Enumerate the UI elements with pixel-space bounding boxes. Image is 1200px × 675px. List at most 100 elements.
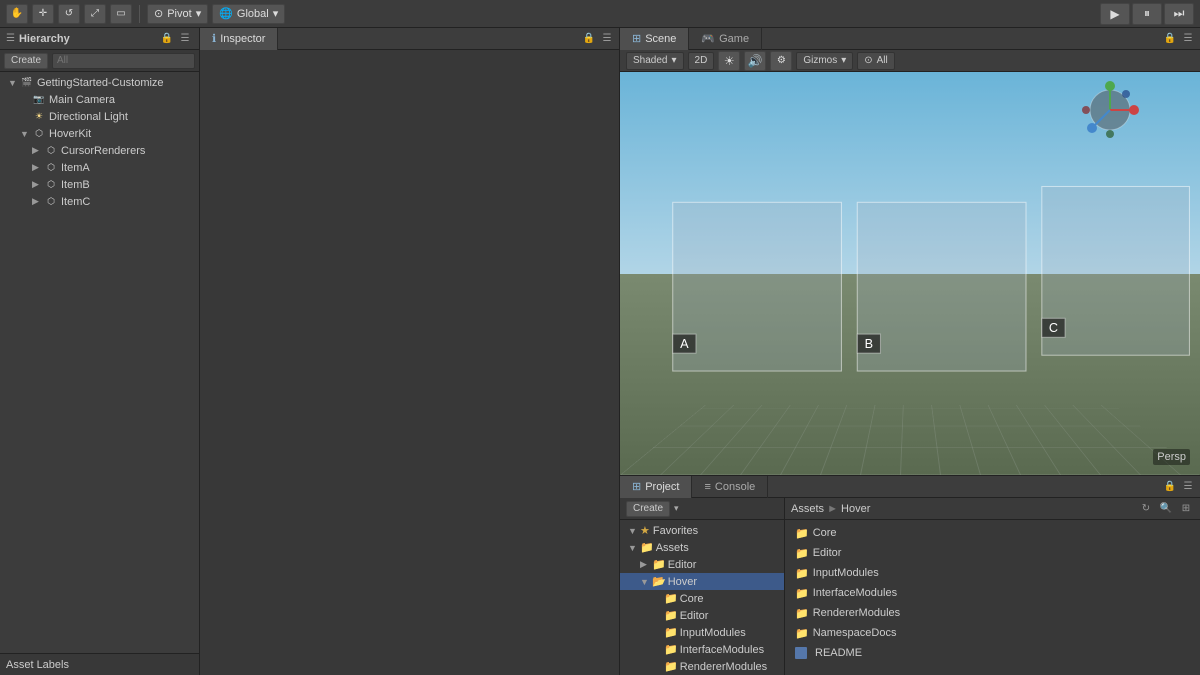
pivot-dropdown[interactable]: ⊙ Pivot ▾	[147, 4, 208, 24]
file-renderer-modules[interactable]: 📁 RendererModules	[789, 604, 1196, 622]
hierarchy-lock-icon[interactable]: 🔒	[159, 31, 175, 47]
rotate-tool-btn[interactable]: ↺	[58, 4, 80, 24]
pause-button[interactable]: ⏸	[1132, 3, 1162, 25]
2d-toggle[interactable]: 2D	[688, 52, 715, 70]
scene-audio-btn[interactable]: 🔊	[744, 51, 766, 71]
sync-icon[interactable]: ↻	[1138, 501, 1154, 517]
scene-menu-icon[interactable]: ☰	[1180, 31, 1196, 47]
file-readme[interactable]: README	[789, 644, 1196, 662]
bottom-tabs: ⊞ Project ≡ Console 🔒 ☰	[620, 476, 1200, 498]
breadcrumb-assets[interactable]: Assets	[791, 503, 824, 515]
hover-core-item[interactable]: 📁 Core	[620, 590, 784, 607]
pivot-chevron: ▾	[196, 7, 202, 20]
gizmos-dropdown[interactable]: Gizmos ▾	[796, 52, 853, 70]
scene-gizmo[interactable]	[1080, 80, 1140, 140]
file-core[interactable]: 📁 Core	[789, 524, 1196, 542]
scene-lock-icon[interactable]: 🔒	[1162, 31, 1178, 47]
hierarchy-search-input[interactable]	[52, 53, 195, 69]
hand-tool-btn[interactable]: ✋	[6, 4, 28, 24]
inspector-lock-icon[interactable]: 🔒	[581, 31, 597, 47]
hoverkit-arrow: ▼	[20, 129, 32, 139]
inspector-menu-icon[interactable]: ☰	[599, 31, 615, 47]
svg-text:B: B	[865, 337, 873, 351]
view-toggle-icon[interactable]: ⊞	[1178, 501, 1194, 517]
core-file-label: Core	[813, 527, 837, 539]
hierarchy-item-cursor-renderers[interactable]: ▶ ⬡ CursorRenderers	[0, 142, 199, 159]
project-tab-icon: ⊞	[632, 480, 641, 493]
project-lock-icon[interactable]: 🔒	[1162, 479, 1178, 495]
global-dropdown[interactable]: 🌐 Global ▾	[212, 4, 285, 24]
hierarchy-item-hoverkit[interactable]: ▼ ⬡ HoverKit	[0, 125, 199, 142]
game-tab-icon: 🎮	[701, 32, 715, 45]
breadcrumb-hover[interactable]: Hover	[841, 503, 870, 515]
hierarchy-menu-icon[interactable]: ☰	[177, 31, 193, 47]
scene-fx-btn[interactable]: ⚙	[770, 51, 792, 71]
step-button[interactable]: ⏭	[1164, 3, 1194, 25]
renderer-modules-file-label: RendererModules	[813, 607, 900, 619]
renderer-modules-label: RendererModules	[680, 661, 767, 673]
renderer-modules-item[interactable]: 📁 RendererModules	[620, 658, 784, 675]
shading-label: Shaded	[633, 55, 667, 66]
input-folder-icon: 📁	[664, 626, 678, 639]
scene-light-btn[interactable]: ☀	[718, 51, 740, 71]
core-folder-icon: 📁	[664, 592, 678, 605]
right-panel: ⊞ Scene 🎮 Game 🔒 ☰ Shaded ▾	[620, 28, 1200, 675]
item-c-arrow: ▶	[32, 196, 44, 207]
interface-modules-item[interactable]: 📁 InterfaceModules	[620, 641, 784, 658]
root-scene-label: GettingStarted-Customize	[37, 77, 164, 89]
assets-root-label: Assets	[656, 542, 689, 554]
file-input-modules[interactable]: 📁 InputModules	[789, 564, 1196, 582]
assets-arrow: ▼	[628, 543, 640, 553]
assets-folder-icon: 📁	[640, 541, 654, 554]
project-menu-icon[interactable]: ☰	[1180, 479, 1196, 495]
hoverkit-icon: ⬡	[32, 127, 46, 141]
project-tab[interactable]: ⊞ Project	[620, 476, 692, 498]
gizmos-label: Gizmos	[803, 55, 837, 66]
readme-icon	[795, 647, 807, 659]
hierarchy-title: Hierarchy	[19, 33, 70, 45]
all-layers-label: All	[877, 55, 888, 66]
favorites-label: Favorites	[653, 525, 698, 537]
assets-root-item[interactable]: ▼ 📁 Assets	[620, 539, 784, 556]
scene-panel-icons: 🔒 ☰	[1162, 31, 1200, 47]
all-layers-dropdown[interactable]: ⊙ All	[857, 52, 895, 70]
interface-modules-file-label: InterfaceModules	[813, 587, 897, 599]
move-tool-btn[interactable]: ✛	[32, 4, 54, 24]
rect-tool-btn[interactable]: ▭	[110, 4, 132, 24]
play-button[interactable]: ▶	[1100, 3, 1130, 25]
hierarchy-item-b[interactable]: ▶ ⬡ ItemB	[0, 176, 199, 193]
assets-editor-arrow: ▶	[640, 559, 652, 570]
input-modules-item[interactable]: 📁 InputModules	[620, 624, 784, 641]
game-tab-label: Game	[719, 33, 749, 45]
item-c-icon: ⬡	[44, 195, 58, 209]
hover-folder-item[interactable]: ▼ 📂 Hover	[620, 573, 784, 590]
hierarchy-item-a[interactable]: ▶ ⬡ ItemA	[0, 159, 199, 176]
hierarchy-root-item[interactable]: ▼ 🎬 GettingStarted-Customize	[0, 74, 199, 91]
inspector-tab[interactable]: ℹ Inspector	[200, 28, 278, 50]
hover-editor-item[interactable]: 📁 Editor	[620, 607, 784, 624]
project-tree-toolbar: Create ▾	[620, 498, 784, 520]
hierarchy-create-btn[interactable]: Create	[4, 53, 48, 69]
scene-tab[interactable]: ⊞ Scene	[620, 28, 689, 50]
hierarchy-item-directional-light[interactable]: ☀ Directional Light	[0, 108, 199, 125]
assets-editor-item[interactable]: ▶ 📁 Editor	[620, 556, 784, 573]
project-create-btn[interactable]: Create	[626, 501, 670, 517]
file-editor[interactable]: 📁 Editor	[789, 544, 1196, 562]
search-icon[interactable]: 🔍	[1158, 501, 1174, 517]
hierarchy-toolbar: Create	[0, 50, 199, 72]
file-interface-modules[interactable]: 📁 InterfaceModules	[789, 584, 1196, 602]
pivot-label: Pivot	[167, 8, 191, 20]
cursor-renderers-label: CursorRenderers	[61, 145, 145, 157]
hierarchy-item-main-camera[interactable]: 📷 Main Camera	[0, 91, 199, 108]
hierarchy-item-c[interactable]: ▶ ⬡ ItemC	[0, 193, 199, 210]
interface-file-folder-icon: 📁	[795, 587, 809, 600]
game-tab[interactable]: 🎮 Game	[689, 28, 762, 50]
file-namespace-docs[interactable]: 📁 NamespaceDocs	[789, 624, 1196, 642]
favorites-arrow: ▼	[628, 526, 640, 536]
favorites-star-icon: ★	[640, 524, 650, 537]
input-modules-label: InputModules	[680, 627, 746, 639]
console-tab[interactable]: ≡ Console	[692, 476, 768, 498]
shading-dropdown[interactable]: Shaded ▾	[626, 52, 684, 70]
favorites-item[interactable]: ▼ ★ Favorites	[620, 522, 784, 539]
scale-tool-btn[interactable]: ⤢	[84, 4, 106, 24]
